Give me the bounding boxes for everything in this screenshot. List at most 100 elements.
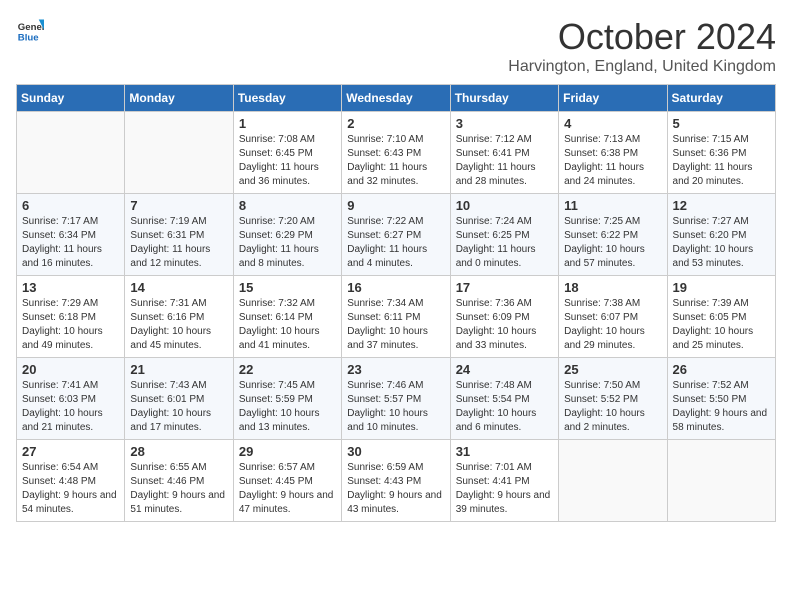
logo-icon: General Blue: [16, 16, 44, 44]
day-info: Sunrise: 7:45 AMSunset: 5:59 PMDaylight:…: [239, 379, 336, 435]
day-number: 26: [673, 362, 770, 377]
day-number: 19: [673, 280, 770, 295]
calendar-week-0: 1 Sunrise: 7:08 AMSunset: 6:45 PMDaylight…: [17, 112, 776, 194]
calendar-cell: 19 Sunrise: 7:39 AMSunset: 6:05 PMDayligh…: [667, 276, 775, 358]
page-header: General Blue October 2024 Harvington, En…: [16, 16, 776, 76]
day-info: Sunrise: 7:13 AMSunset: 6:38 PMDaylight:…: [564, 133, 661, 189]
day-number: 16: [347, 280, 444, 295]
day-number: 11: [564, 198, 661, 213]
calendar-cell: 22Sunrise: 7:45 AMSunset: 5:59 PMDayligh…: [233, 358, 341, 440]
day-header-tuesday: Tuesday: [233, 85, 341, 112]
day-number: 2: [347, 116, 444, 131]
calendar-cell: 13 Sunrise: 7:29 AMSunset: 6:18 PMDayligh…: [17, 276, 125, 358]
calendar-cell: [125, 112, 233, 194]
day-info: Sunrise: 7:34 AMSunset: 6:11 PMDaylight:…: [347, 297, 444, 353]
day-info: Sunrise: 7:17 AMSunset: 6:34 PMDaylight:…: [22, 215, 119, 271]
day-info: Sunrise: 7:20 AMSunset: 6:29 PMDaylight:…: [239, 215, 336, 271]
day-info: Sunrise: 7:31 AMSunset: 6:16 PMDaylight:…: [130, 297, 227, 353]
calendar-cell: 21 Sunrise: 7:43 AMSunset: 6:01 PMDayligh…: [125, 358, 233, 440]
day-number: 23: [347, 362, 444, 377]
calendar-cell: 6 Sunrise: 7:17 AMSunset: 6:34 PMDaylight…: [17, 194, 125, 276]
day-header-thursday: Thursday: [450, 85, 558, 112]
day-info: Sunrise: 7:52 AMSunset: 5:50 PMDaylight:…: [673, 379, 770, 435]
calendar-cell: 9Sunrise: 7:22 AMSunset: 6:27 PMDaylight…: [342, 194, 450, 276]
calendar-cell: 11 Sunrise: 7:25 AMSunset: 6:22 PMDayligh…: [559, 194, 667, 276]
day-number: 4: [564, 116, 661, 131]
calendar-week-1: 6 Sunrise: 7:17 AMSunset: 6:34 PMDaylight…: [17, 194, 776, 276]
logo: General Blue: [16, 16, 44, 44]
day-info: Sunrise: 7:43 AMSunset: 6:01 PMDaylight:…: [130, 379, 227, 435]
calendar-cell: 4 Sunrise: 7:13 AMSunset: 6:38 PMDaylight…: [559, 112, 667, 194]
day-number: 14: [130, 280, 227, 295]
day-info: Sunrise: 7:10 AMSunset: 6:43 PMDaylight:…: [347, 133, 444, 189]
calendar-cell: 3 Sunrise: 7:12 AMSunset: 6:41 PMDaylight…: [450, 112, 558, 194]
day-info: Sunrise: 6:57 AMSunset: 4:45 PMDaylight:…: [239, 461, 336, 517]
day-number: 13: [22, 280, 119, 295]
calendar-cell: 28 Sunrise: 6:55 AMSunset: 4:46 PMDayligh…: [125, 440, 233, 522]
calendar-cell: 25 Sunrise: 7:50 AMSunset: 5:52 PMDayligh…: [559, 358, 667, 440]
day-number: 20: [22, 362, 119, 377]
calendar-cell: 14 Sunrise: 7:31 AMSunset: 6:16 PMDayligh…: [125, 276, 233, 358]
day-number: 27: [22, 444, 119, 459]
day-header-wednesday: Wednesday: [342, 85, 450, 112]
calendar-table: SundayMondayTuesdayWednesdayThursdayFrid…: [16, 84, 776, 522]
day-number: 7: [130, 198, 227, 213]
day-info: Sunrise: 7:50 AMSunset: 5:52 PMDaylight:…: [564, 379, 661, 435]
calendar-cell: 27 Sunrise: 6:54 AMSunset: 4:48 PMDayligh…: [17, 440, 125, 522]
calendar-week-2: 13 Sunrise: 7:29 AMSunset: 6:18 PMDayligh…: [17, 276, 776, 358]
day-info: Sunrise: 7:27 AMSunset: 6:20 PMDaylight:…: [673, 215, 770, 271]
calendar-header-row: SundayMondayTuesdayWednesdayThursdayFrid…: [17, 85, 776, 112]
calendar-cell: 31Sunrise: 7:01 AMSunset: 4:41 PMDayligh…: [450, 440, 558, 522]
calendar-cell: 1 Sunrise: 7:08 AMSunset: 6:45 PMDaylight…: [233, 112, 341, 194]
day-number: 12: [673, 198, 770, 213]
day-number: 30: [347, 444, 444, 459]
calendar-cell: 26 Sunrise: 7:52 AMSunset: 5:50 PMDayligh…: [667, 358, 775, 440]
calendar-cell: 16 Sunrise: 7:34 AMSunset: 6:11 PMDayligh…: [342, 276, 450, 358]
day-info: Sunrise: 7:29 AMSunset: 6:18 PMDaylight:…: [22, 297, 119, 353]
calendar-cell: 7 Sunrise: 7:19 AMSunset: 6:31 PMDaylight…: [125, 194, 233, 276]
calendar-cell: [17, 112, 125, 194]
title-area: October 2024 Harvington, England, United…: [508, 16, 776, 76]
calendar-cell: 30 Sunrise: 6:59 AMSunset: 4:43 PMDayligh…: [342, 440, 450, 522]
calendar-cell: 29Sunrise: 6:57 AMSunset: 4:45 PMDayligh…: [233, 440, 341, 522]
day-number: 1: [239, 116, 336, 131]
svg-text:Blue: Blue: [18, 33, 39, 44]
day-number: 15: [239, 280, 336, 295]
svg-text:General: General: [18, 22, 44, 33]
day-number: 9: [347, 198, 444, 213]
day-info: Sunrise: 7:41 AMSunset: 6:03 PMDaylight:…: [22, 379, 119, 435]
day-number: 21: [130, 362, 227, 377]
day-info: Sunrise: 7:39 AMSunset: 6:05 PMDaylight:…: [673, 297, 770, 353]
calendar-cell: 17Sunrise: 7:36 AMSunset: 6:09 PMDayligh…: [450, 276, 558, 358]
calendar-cell: 5Sunrise: 7:15 AMSunset: 6:36 PMDaylight…: [667, 112, 775, 194]
day-number: 24: [456, 362, 553, 377]
month-title: October 2024: [508, 16, 776, 58]
day-info: Sunrise: 6:55 AMSunset: 4:46 PMDaylight:…: [130, 461, 227, 517]
day-info: Sunrise: 7:12 AMSunset: 6:41 PMDaylight:…: [456, 133, 553, 189]
day-number: 28: [130, 444, 227, 459]
calendar-cell: [667, 440, 775, 522]
day-info: Sunrise: 7:19 AMSunset: 6:31 PMDaylight:…: [130, 215, 227, 271]
day-header-sunday: Sunday: [17, 85, 125, 112]
day-number: 17: [456, 280, 553, 295]
day-number: 3: [456, 116, 553, 131]
day-info: Sunrise: 7:32 AMSunset: 6:14 PMDaylight:…: [239, 297, 336, 353]
day-number: 8: [239, 198, 336, 213]
day-number: 6: [22, 198, 119, 213]
day-info: Sunrise: 7:38 AMSunset: 6:07 PMDaylight:…: [564, 297, 661, 353]
calendar-cell: 15 Sunrise: 7:32 AMSunset: 6:14 PMDayligh…: [233, 276, 341, 358]
calendar-cell: 18Sunrise: 7:38 AMSunset: 6:07 PMDayligh…: [559, 276, 667, 358]
calendar-cell: 10 Sunrise: 7:24 AMSunset: 6:25 PMDayligh…: [450, 194, 558, 276]
day-header-monday: Monday: [125, 85, 233, 112]
day-info: Sunrise: 7:25 AMSunset: 6:22 PMDaylight:…: [564, 215, 661, 271]
calendar-week-4: 27 Sunrise: 6:54 AMSunset: 4:48 PMDayligh…: [17, 440, 776, 522]
calendar-week-3: 20 Sunrise: 7:41 AMSunset: 6:03 PMDayligh…: [17, 358, 776, 440]
day-number: 31: [456, 444, 553, 459]
day-info: Sunrise: 7:24 AMSunset: 6:25 PMDaylight:…: [456, 215, 553, 271]
day-info: Sunrise: 6:54 AMSunset: 4:48 PMDaylight:…: [22, 461, 119, 517]
day-info: Sunrise: 6:59 AMSunset: 4:43 PMDaylight:…: [347, 461, 444, 517]
day-info: Sunrise: 7:46 AMSunset: 5:57 PMDaylight:…: [347, 379, 444, 435]
day-number: 25: [564, 362, 661, 377]
day-info: Sunrise: 7:08 AMSunset: 6:45 PMDaylight:…: [239, 133, 336, 189]
day-number: 10: [456, 198, 553, 213]
